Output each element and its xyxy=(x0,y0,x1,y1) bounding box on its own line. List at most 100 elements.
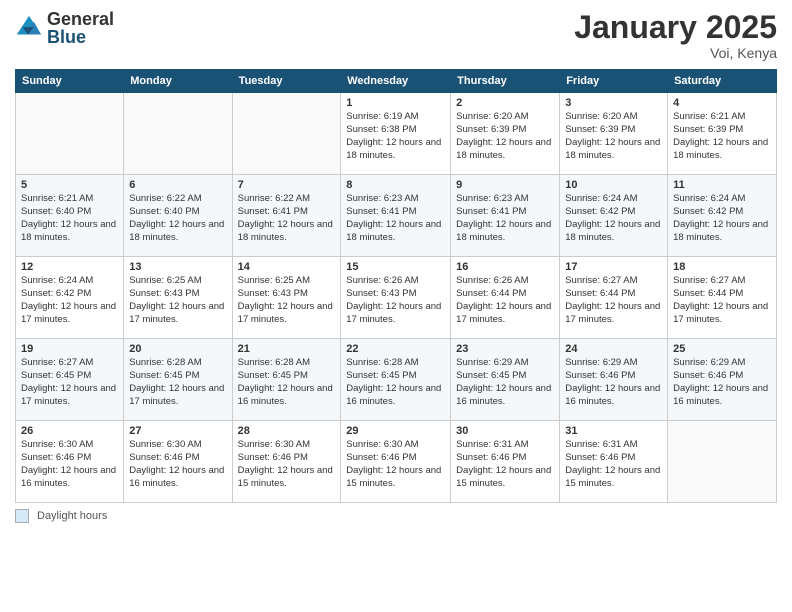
calendar-week-1: 1Sunrise: 6:19 AM Sunset: 6:38 PM Daylig… xyxy=(16,93,777,175)
day-number: 17 xyxy=(565,261,662,273)
table-row: 1Sunrise: 6:19 AM Sunset: 6:38 PM Daylig… xyxy=(341,93,451,175)
day-number: 6 xyxy=(129,179,226,191)
table-row: 24Sunrise: 6:29 AM Sunset: 6:46 PM Dayli… xyxy=(560,339,668,421)
table-row: 23Sunrise: 6:29 AM Sunset: 6:45 PM Dayli… xyxy=(451,339,560,421)
header: General Blue January 2025 Voi, Kenya xyxy=(15,10,777,61)
col-monday: Monday xyxy=(124,70,232,93)
day-number: 2 xyxy=(456,97,554,109)
table-row: 18Sunrise: 6:27 AM Sunset: 6:44 PM Dayli… xyxy=(668,257,777,339)
logo: General Blue xyxy=(15,10,114,46)
day-number: 1 xyxy=(346,97,445,109)
table-row: 31Sunrise: 6:31 AM Sunset: 6:46 PM Dayli… xyxy=(560,421,668,503)
day-info: Sunrise: 6:26 AM Sunset: 6:43 PM Dayligh… xyxy=(346,275,445,326)
table-row: 19Sunrise: 6:27 AM Sunset: 6:45 PM Dayli… xyxy=(16,339,124,421)
day-info: Sunrise: 6:26 AM Sunset: 6:44 PM Dayligh… xyxy=(456,275,554,326)
table-row: 4Sunrise: 6:21 AM Sunset: 6:39 PM Daylig… xyxy=(668,93,777,175)
day-info: Sunrise: 6:20 AM Sunset: 6:39 PM Dayligh… xyxy=(565,111,662,162)
calendar-table: Sunday Monday Tuesday Wednesday Thursday… xyxy=(15,69,777,503)
day-info: Sunrise: 6:24 AM Sunset: 6:42 PM Dayligh… xyxy=(565,193,662,244)
table-row: 11Sunrise: 6:24 AM Sunset: 6:42 PM Dayli… xyxy=(668,175,777,257)
table-row: 17 Sunrise: 6:27 AM Sunset: 6:44 PM Dayli… xyxy=(560,257,668,339)
day-number: 21 xyxy=(238,343,336,355)
table-row: 8 Sunrise: 6:23 AM Sunset: 6:41 PM Daylig… xyxy=(341,175,451,257)
day-number: 14 xyxy=(238,261,336,273)
day-number: 28 xyxy=(238,425,336,437)
day-number: 16 xyxy=(456,261,554,273)
day-info: Sunrise: 6:31 AM Sunset: 6:46 PM Dayligh… xyxy=(456,439,554,490)
day-info: Sunrise: 6:30 AM Sunset: 6:46 PM Dayligh… xyxy=(21,439,118,490)
day-info: Sunrise: 6:28 AM Sunset: 6:45 PM Dayligh… xyxy=(238,357,336,408)
day-number: 26 xyxy=(21,425,118,437)
day-info: Sunrise: 6:29 AM Sunset: 6:46 PM Dayligh… xyxy=(673,357,771,408)
day-number: 10 xyxy=(565,179,662,191)
table-row: 2 Sunrise: 6:20 AM Sunset: 6:39 PM Daylig… xyxy=(451,93,560,175)
logo-text: General Blue xyxy=(47,10,114,46)
calendar-week-2: 5 Sunrise: 6:21 AM Sunset: 6:40 PM Daylig… xyxy=(16,175,777,257)
day-number: 12 xyxy=(21,261,118,273)
table-row: 5 Sunrise: 6:21 AM Sunset: 6:40 PM Daylig… xyxy=(16,175,124,257)
day-number: 13 xyxy=(129,261,226,273)
col-saturday: Saturday xyxy=(668,70,777,93)
day-info: Sunrise: 6:22 AM Sunset: 6:41 PM Dayligh… xyxy=(238,193,336,244)
day-number: 18 xyxy=(673,261,771,273)
day-number: 27 xyxy=(129,425,226,437)
col-friday: Friday xyxy=(560,70,668,93)
table-row: 9Sunrise: 6:23 AM Sunset: 6:41 PM Daylig… xyxy=(451,175,560,257)
day-info: Sunrise: 6:25 AM Sunset: 6:43 PM Dayligh… xyxy=(238,275,336,326)
calendar-week-4: 19Sunrise: 6:27 AM Sunset: 6:45 PM Dayli… xyxy=(16,339,777,421)
day-number: 11 xyxy=(673,179,771,191)
day-info: Sunrise: 6:25 AM Sunset: 6:43 PM Dayligh… xyxy=(129,275,226,326)
day-number: 8 xyxy=(346,179,445,191)
day-info: Sunrise: 6:30 AM Sunset: 6:46 PM Dayligh… xyxy=(129,439,226,490)
table-row: 22 Sunrise: 6:28 AM Sunset: 6:45 PM Dayli… xyxy=(341,339,451,421)
logo-blue-text: Blue xyxy=(47,28,114,46)
day-number: 22 xyxy=(346,343,445,355)
day-number: 4 xyxy=(673,97,771,109)
header-row: Sunday Monday Tuesday Wednesday Thursday… xyxy=(16,70,777,93)
day-number: 9 xyxy=(456,179,554,191)
table-row: 3Sunrise: 6:20 AM Sunset: 6:39 PM Daylig… xyxy=(560,93,668,175)
day-number: 7 xyxy=(238,179,336,191)
day-info: Sunrise: 6:23 AM Sunset: 6:41 PM Dayligh… xyxy=(346,193,445,244)
title-block: January 2025 Voi, Kenya xyxy=(574,10,777,61)
day-info: Sunrise: 6:22 AM Sunset: 6:40 PM Dayligh… xyxy=(129,193,226,244)
day-number: 15 xyxy=(346,261,445,273)
day-info: Sunrise: 6:28 AM Sunset: 6:45 PM Dayligh… xyxy=(346,357,445,408)
footer: Daylight hours xyxy=(15,509,777,523)
calendar-week-5: 26 Sunrise: 6:30 AM Sunset: 6:46 PM Dayli… xyxy=(16,421,777,503)
day-number: 19 xyxy=(21,343,118,355)
table-row: 10 Sunrise: 6:24 AM Sunset: 6:42 PM Dayli… xyxy=(560,175,668,257)
day-info: Sunrise: 6:21 AM Sunset: 6:40 PM Dayligh… xyxy=(21,193,118,244)
month-title: January 2025 xyxy=(574,10,777,45)
table-row xyxy=(16,93,124,175)
location-subtitle: Voi, Kenya xyxy=(574,45,777,61)
table-row: 25 Sunrise: 6:29 AM Sunset: 6:46 PM Dayli… xyxy=(668,339,777,421)
day-info: Sunrise: 6:30 AM Sunset: 6:46 PM Dayligh… xyxy=(238,439,336,490)
table-row: 13 Sunrise: 6:25 AM Sunset: 6:43 PM Dayli… xyxy=(124,257,232,339)
daylight-legend-box xyxy=(15,509,29,523)
daylight-legend-label: Daylight hours xyxy=(37,510,107,522)
day-number: 24 xyxy=(565,343,662,355)
day-info: Sunrise: 6:27 AM Sunset: 6:44 PM Dayligh… xyxy=(565,275,662,326)
day-info: Sunrise: 6:20 AM Sunset: 6:39 PM Dayligh… xyxy=(456,111,554,162)
day-number: 31 xyxy=(565,425,662,437)
day-number: 29 xyxy=(346,425,445,437)
col-sunday: Sunday xyxy=(16,70,124,93)
table-row: 14 Sunrise: 6:25 AM Sunset: 6:43 PM Dayli… xyxy=(232,257,341,339)
table-row: 21 Sunrise: 6:28 AM Sunset: 6:45 PM Dayli… xyxy=(232,339,341,421)
day-number: 25 xyxy=(673,343,771,355)
table-row: 27 Sunrise: 6:30 AM Sunset: 6:46 PM Dayli… xyxy=(124,421,232,503)
table-row: 15 Sunrise: 6:26 AM Sunset: 6:43 PM Dayli… xyxy=(341,257,451,339)
col-wednesday: Wednesday xyxy=(341,70,451,93)
table-row: 12 Sunrise: 6:24 AM Sunset: 6:42 PM Dayli… xyxy=(16,257,124,339)
table-row: 16 Sunrise: 6:26 AM Sunset: 6:44 PM Dayli… xyxy=(451,257,560,339)
day-number: 5 xyxy=(21,179,118,191)
day-number: 20 xyxy=(129,343,226,355)
table-row xyxy=(668,421,777,503)
col-thursday: Thursday xyxy=(451,70,560,93)
table-row: 29Sunrise: 6:30 AM Sunset: 6:46 PM Dayli… xyxy=(341,421,451,503)
table-row: 6 Sunrise: 6:22 AM Sunset: 6:40 PM Daylig… xyxy=(124,175,232,257)
col-tuesday: Tuesday xyxy=(232,70,341,93)
logo-icon xyxy=(15,14,43,42)
day-info: Sunrise: 6:24 AM Sunset: 6:42 PM Dayligh… xyxy=(21,275,118,326)
